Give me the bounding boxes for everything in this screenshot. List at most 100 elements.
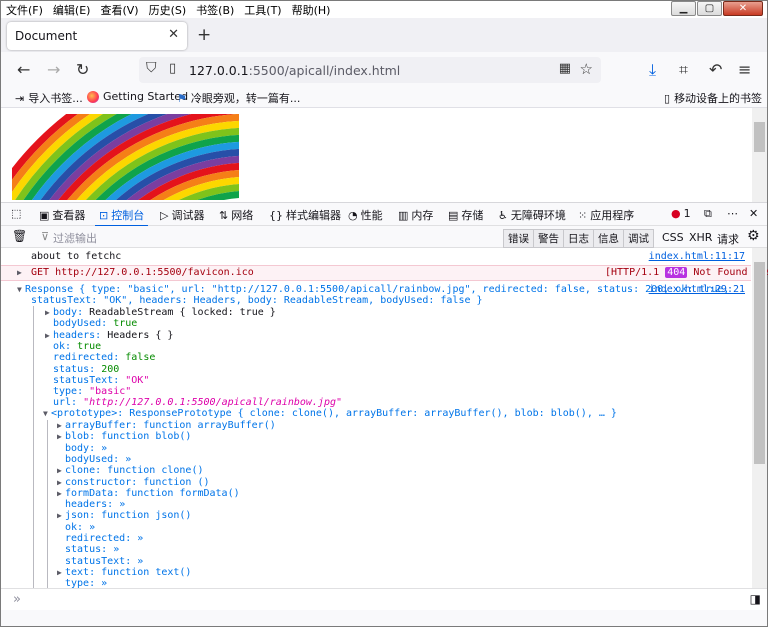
minimize-button[interactable]: ▁ [671, 1, 696, 16]
tab-document[interactable]: Document ✕ [7, 22, 187, 50]
download-icon[interactable]: ⤓ [649, 60, 656, 80]
filter-debug[interactable]: 调试 [623, 229, 654, 248]
undo-icon[interactable]: ↶ [709, 60, 722, 79]
property-row[interactable]: ▶ body: ReadableStream { locked: true } [45, 307, 276, 318]
bookmark-mobile[interactable]: ▯ 移动设备上的书签 [664, 90, 762, 106]
expand-triangle-icon[interactable]: ▶ [57, 488, 65, 499]
expand-triangle-icon[interactable]: ▶ [45, 330, 53, 341]
page-scrollbar-thumb[interactable] [754, 122, 765, 152]
expand-triangle-icon[interactable]: ▶ [57, 510, 65, 521]
bookmark-getting-started[interactable]: Getting Started [87, 90, 188, 103]
back-icon[interactable]: ← [17, 60, 30, 79]
error-count-badge[interactable]: ● 1 [671, 207, 691, 220]
property-row[interactable]: redirected: false [53, 352, 155, 363]
new-tab-icon[interactable]: + [197, 25, 211, 45]
filter-info[interactable]: 信息 [593, 229, 624, 248]
menu-help[interactable]: 帮助(H) [287, 2, 336, 18]
tab-inspector[interactable]: ▣ 查看器 [39, 207, 85, 223]
property-row[interactable]: ok: true [53, 341, 101, 352]
maximize-button[interactable]: ▢ [697, 1, 722, 16]
filter-input[interactable]: 过滤输出 [53, 230, 97, 246]
log-source-link[interactable]: index.html:11:17 [649, 251, 745, 262]
tab-accessibility[interactable]: ♿ 无障碍环境 [498, 207, 566, 223]
menu-view[interactable]: 查看(V) [95, 2, 143, 18]
tab-debugger[interactable]: ▷ 调试器 [160, 207, 204, 223]
expand-triangle-icon[interactable]: ▶ [17, 266, 22, 280]
filter-warnings[interactable]: 警告 [533, 229, 564, 248]
prototype-property-row[interactable]: ▶ json: function json() [57, 510, 191, 521]
console-input[interactable]: » ◨ [1, 588, 767, 610]
menu-tools[interactable]: 工具(T) [239, 2, 286, 18]
menu-edit[interactable]: 编辑(E) [48, 2, 96, 18]
prototype-property-row[interactable]: statusText: » [65, 556, 143, 567]
property-row[interactable]: statusText: "OK" [53, 375, 149, 386]
pick-element-icon[interactable]: ⬚ [11, 207, 21, 220]
bookmark-import[interactable]: ⇥ 导入书签... [15, 90, 83, 106]
expand-triangle-icon[interactable]: ▶ [57, 477, 65, 488]
prototype-property-row[interactable]: ▶ text: function text() [57, 567, 191, 578]
expand-triangle-icon[interactable]: ▶ [57, 420, 65, 431]
property-row[interactable]: type: "basic" [53, 386, 131, 397]
collapse-triangle-icon[interactable]: ▼ [43, 408, 51, 419]
split-console-icon[interactable]: ◨ [750, 592, 761, 606]
prototype-property-row[interactable]: ▶ blob: function blob() [57, 431, 191, 442]
filter-errors[interactable]: 错误 [503, 229, 534, 248]
prototype-property-row[interactable]: bodyUsed: » [65, 454, 131, 465]
tab-performance[interactable]: ◔ 性能 [348, 207, 383, 223]
reload-icon[interactable]: ↻ [76, 60, 89, 79]
shield-icon[interactable]: ⛉ [146, 60, 157, 76]
expand-triangle-icon[interactable]: ▶ [45, 307, 53, 318]
prototype-property-row[interactable]: redirected: » [65, 533, 143, 544]
tab-style-editor[interactable]: {} 样式编辑器 [269, 207, 341, 223]
property-row[interactable]: bodyUsed: true [53, 318, 137, 329]
more-options-icon[interactable]: ⋯ [727, 207, 738, 220]
prototype-property-row[interactable]: status: » [65, 544, 119, 555]
filter-logs[interactable]: 日志 [563, 229, 594, 248]
menu-icon[interactable]: ≡ [738, 60, 751, 79]
prototype-property-row[interactable]: ▶ arrayBuffer: function arrayBuffer() [57, 420, 276, 431]
network-error-row[interactable]: ▶ GET http://127.0.0.1:5500/favicon.ico … [1, 265, 768, 281]
property-row[interactable]: ▶ headers: Headers { } [45, 330, 173, 341]
qr-code-icon[interactable]: ▦ [559, 61, 571, 76]
tab-application[interactable]: ⁙ 应用程序 [578, 207, 634, 223]
tab-console[interactable]: ⊡ 控制台 [94, 207, 149, 227]
forward-icon[interactable]: → [47, 60, 60, 79]
filter-requests[interactable]: 请求 [717, 231, 739, 247]
page-info-icon[interactable]: ▯ [169, 61, 176, 76]
settings-gear-icon[interactable]: ⚙ [747, 228, 760, 244]
console-scrollbar[interactable] [752, 248, 767, 588]
property-row[interactable]: status: 200 [53, 364, 119, 375]
response-object[interactable]: ▼ Response { type: "basic", url: "http://… [17, 284, 751, 295]
close-window-button[interactable]: ✕ [723, 1, 763, 16]
collapse-triangle-icon[interactable]: ▼ [17, 284, 25, 295]
prototype-property-row[interactable]: ▶ constructor: function () [57, 477, 210, 488]
filter-css[interactable]: CSS [662, 231, 684, 244]
prototype-property-row[interactable]: ok: » [65, 522, 95, 533]
bookmark-article[interactable]: ⚑ 冷眼旁观，转一篇有... [177, 90, 300, 106]
property-row[interactable]: url: "http://127.0.0.1:5500/apicall/rain… [53, 397, 342, 408]
tab-storage[interactable]: ▤ 存储 [448, 207, 483, 223]
response-source-link[interactable]: index.html:29:21 [649, 284, 745, 295]
console-scrollbar-thumb[interactable] [754, 262, 765, 464]
close-devtools-icon[interactable]: ✕ [749, 207, 758, 220]
url-bar[interactable]: ⛉ ▯ 127.0.0.1:5500/apicall/index.html ▦ … [139, 57, 601, 83]
expand-triangle-icon[interactable]: ▶ [57, 567, 65, 578]
tab-memory[interactable]: ▥ 内存 [398, 207, 433, 223]
close-tab-icon[interactable]: ✕ [168, 27, 179, 42]
crop-icon[interactable]: ⌗ [679, 60, 688, 80]
bookmark-star-icon[interactable]: ☆ [580, 60, 593, 78]
menu-bookmarks[interactable]: 书签(B) [191, 2, 239, 18]
prototype-row[interactable]: ▼ <prototype>: ResponsePrototype { clone:… [43, 408, 617, 419]
menu-history[interactable]: 历史(S) [144, 2, 192, 18]
prototype-property-row[interactable]: ▶ clone: function clone() [57, 465, 203, 476]
tab-network[interactable]: ⇅ 网络 [219, 207, 253, 223]
filter-xhr[interactable]: XHR [689, 231, 712, 244]
trash-icon[interactable]: 🗑 [12, 229, 27, 243]
menu-file[interactable]: 文件(F) [1, 2, 48, 18]
prototype-property-row[interactable]: headers: » [65, 499, 125, 510]
dock-icon[interactable]: ⧉ [704, 207, 712, 221]
prototype-property-row[interactable]: body: » [65, 443, 107, 454]
prototype-property-row[interactable]: ▶ formData: function formData() [57, 488, 240, 499]
expand-triangle-icon[interactable]: ▶ [57, 431, 65, 442]
page-scrollbar[interactable] [752, 108, 767, 202]
